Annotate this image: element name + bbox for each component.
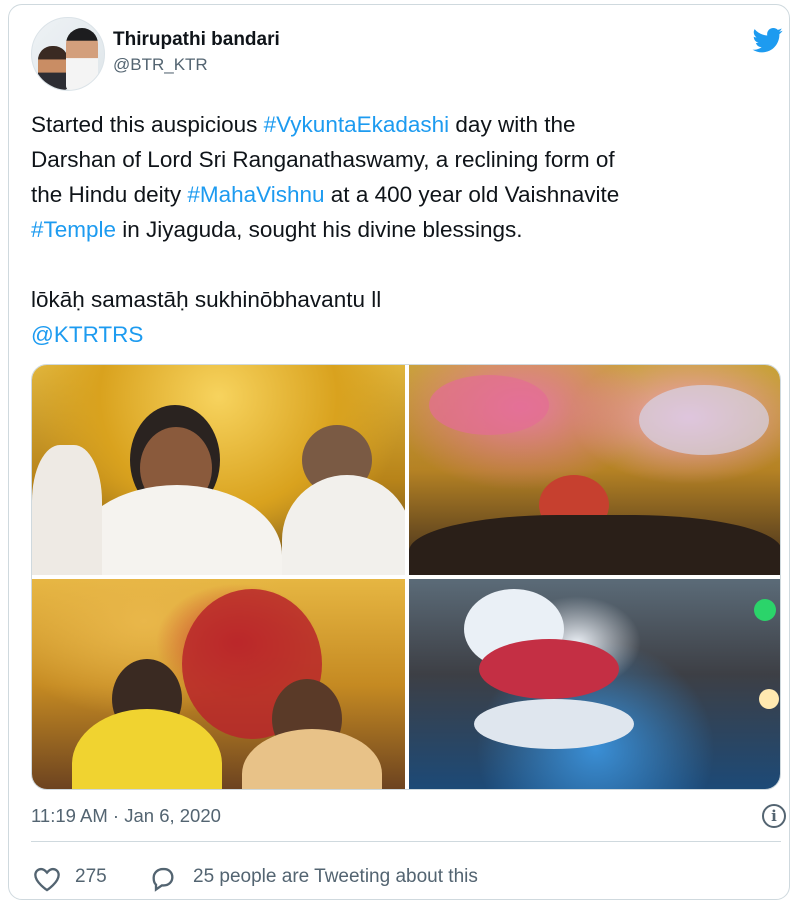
hashtag-vykuntaekadashi[interactable]: #VykuntaEkadashi	[264, 112, 450, 137]
tweet-line: Darshan of Lord Sri Ranganathaswamy, a r…	[31, 147, 615, 172]
avatar-person-right	[66, 28, 98, 90]
photo-detail	[409, 515, 780, 575]
author-avatar[interactable]	[31, 17, 105, 91]
like-count[interactable]: 275	[75, 866, 107, 888]
author-name[interactable]: Thirupathi bandari	[113, 29, 280, 51]
photo-detail	[759, 689, 779, 709]
photo-detail	[32, 445, 102, 575]
twitter-bird-icon[interactable]	[751, 25, 785, 55]
heart-icon[interactable]	[33, 866, 61, 892]
info-icon[interactable]: i	[762, 804, 786, 828]
tweet-line: Started this auspicious #VykuntaEkadashi…	[31, 107, 781, 142]
author-handle[interactable]: @BTR_KTR	[113, 55, 208, 75]
photo-detail	[72, 709, 222, 789]
tweet-line: #Temple in Jiyaguda, sought his divine b…	[31, 212, 781, 247]
media-photo-1[interactable]	[32, 365, 405, 575]
avatar-person-left	[38, 46, 68, 90]
media-photo-4[interactable]	[409, 579, 780, 789]
speech-bubble-icon[interactable]	[149, 865, 177, 893]
text-span: the Hindu deity	[31, 182, 188, 207]
photo-detail	[474, 699, 634, 749]
hashtag-temple[interactable]: #Temple	[31, 217, 116, 242]
tweet-line: the Hindu deity #MahaVishnu at a 400 yea…	[31, 177, 781, 212]
photo-detail	[242, 729, 382, 789]
text-span: Started this auspicious	[31, 112, 264, 137]
tweet-text: Started this auspicious #VykuntaEkadashi…	[31, 107, 781, 352]
hashtag-mahavishnu[interactable]: #MahaVishnu	[187, 182, 324, 207]
media-photo-2[interactable]	[409, 365, 780, 575]
divider	[31, 841, 781, 842]
photo-detail	[282, 475, 405, 575]
photo-detail	[72, 485, 282, 575]
text-span: day with the	[449, 112, 576, 137]
tweet-line: lōkāḥ samastāḥ sukhinōbhavantu ll	[31, 287, 382, 312]
photo-detail	[479, 639, 619, 699]
text-span: in Jiyaguda, sought his divine blessings…	[116, 217, 523, 242]
tweet-card: Thirupathi bandari @BTR_KTR Started this…	[8, 4, 790, 900]
mention-ktrtrs[interactable]: @KTRTRS	[31, 317, 781, 352]
photo-detail	[639, 385, 769, 455]
text-span: at a 400 year old Vaishnavite	[324, 182, 620, 207]
photo-detail	[429, 375, 549, 435]
retweet-summary[interactable]: 25 people are Tweeting about this	[193, 866, 478, 888]
media-photo-3[interactable]	[32, 579, 405, 789]
tweet-timestamp[interactable]: 11:19 AM · Jan 6, 2020	[31, 805, 221, 827]
photo-detail	[754, 599, 776, 621]
media-grid	[31, 364, 781, 790]
